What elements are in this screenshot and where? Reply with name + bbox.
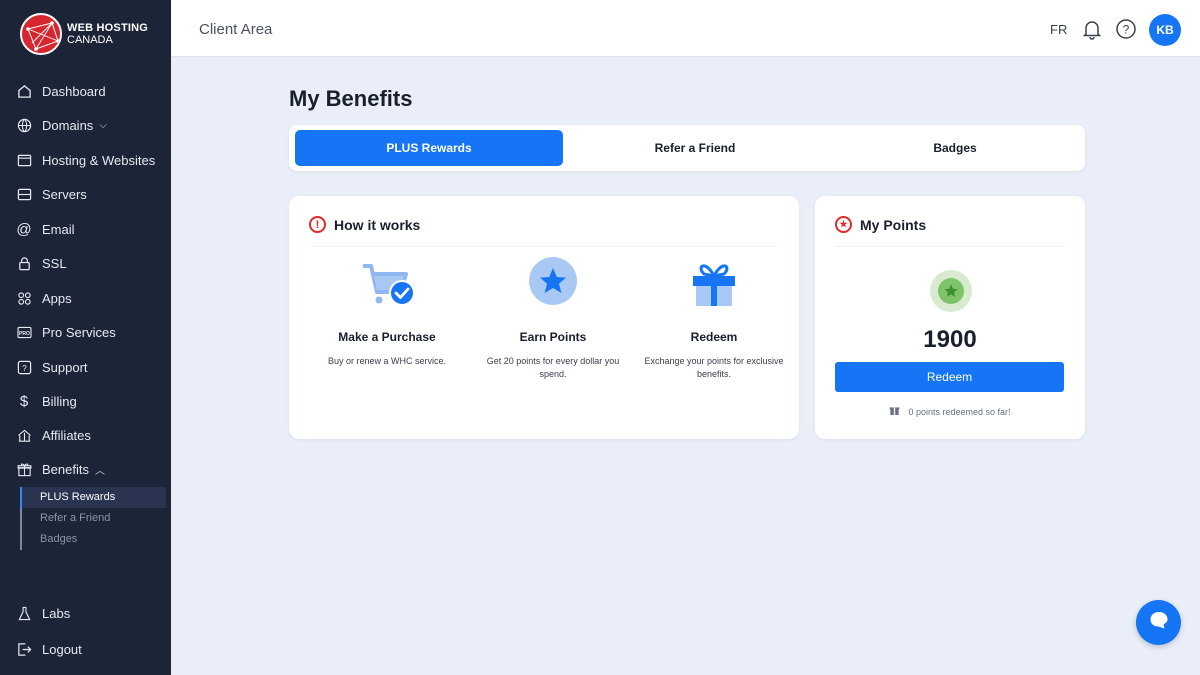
chevron-up-icon: ︿ bbox=[94, 465, 105, 477]
subnav-badges[interactable]: Badges bbox=[22, 529, 166, 550]
sidebar-item-label: Domains bbox=[42, 117, 94, 133]
at-icon: @ bbox=[16, 220, 32, 238]
subnav-refer-a-friend[interactable]: Refer a Friend bbox=[22, 508, 166, 529]
redeemed-note: 0 points redeemed so far! bbox=[815, 405, 1085, 418]
sidebar-item-support[interactable]: ? Support bbox=[0, 352, 171, 382]
bell-icon[interactable] bbox=[1081, 18, 1103, 40]
sidebar-item-logout[interactable]: Logout bbox=[0, 634, 171, 664]
gift-icon bbox=[889, 405, 900, 418]
points-star-icon bbox=[930, 270, 972, 312]
svg-text:PRO: PRO bbox=[18, 330, 29, 336]
svg-text:?: ? bbox=[22, 362, 27, 372]
sidebar-item-servers[interactable]: Servers bbox=[0, 179, 171, 209]
my-points-card: ★ My Points 1900 Redeem 0 points redeeme… bbox=[815, 196, 1085, 439]
brand-line1: WEB HOSTING bbox=[67, 22, 149, 34]
sidebar-item-label: Servers bbox=[42, 186, 87, 202]
chevron-down-icon: ⌵ bbox=[99, 119, 107, 131]
header-title: Client Area bbox=[199, 21, 273, 38]
sidebar-item-label: Affiliates bbox=[42, 427, 91, 443]
benefits-submenu: PLUS Rewards Refer a Friend Badges bbox=[20, 487, 166, 550]
sidebar-item-labs[interactable]: Labs bbox=[0, 598, 171, 628]
sidebar-item-benefits[interactable]: Benefits ︿ bbox=[0, 454, 171, 484]
points-value: 1900 bbox=[923, 326, 977, 353]
affiliates-icon bbox=[16, 427, 32, 443]
sidebar-item-affiliates[interactable]: Affiliates bbox=[0, 420, 171, 450]
step-earn-points: Earn Points Get 20 points for every doll… bbox=[473, 256, 633, 381]
tab-badges[interactable]: Badges bbox=[827, 130, 1083, 166]
sidebar-item-pro-services[interactable]: PRO Pro Services bbox=[0, 317, 171, 347]
step-title: Make a Purchase bbox=[338, 330, 436, 344]
sidebar: WEB HOSTING CANADA Dashboard Domains ⌵ H… bbox=[0, 0, 171, 675]
svg-text:?: ? bbox=[1123, 23, 1130, 37]
logout-icon bbox=[16, 641, 32, 657]
step-desc: Exchange your points for exclusive benef… bbox=[644, 356, 784, 379]
question-icon: ? bbox=[16, 359, 32, 375]
help-icon[interactable]: ? bbox=[1115, 18, 1137, 40]
pro-icon: PRO bbox=[16, 324, 32, 340]
star-badge-icon bbox=[523, 256, 583, 316]
step-redeem: Redeem Exchange your points for exclusiv… bbox=[634, 256, 794, 381]
sidebar-item-label: Billing bbox=[42, 393, 77, 409]
dollar-icon: $ bbox=[19, 392, 29, 410]
sidebar-item-email[interactable]: @ Email bbox=[0, 214, 171, 244]
gift-box-icon bbox=[684, 256, 744, 316]
how-it-works-card: ! How it works Make a Purchase Buy or re… bbox=[289, 196, 799, 439]
step-title: Earn Points bbox=[519, 330, 587, 344]
sidebar-item-label: Pro Services bbox=[42, 324, 116, 340]
chat-bubble-icon bbox=[1148, 609, 1170, 636]
redeemed-note-text: 0 points redeemed so far! bbox=[908, 406, 1011, 417]
sidebar-item-dashboard[interactable]: Dashboard bbox=[0, 76, 171, 106]
sidebar-item-label: SSL bbox=[42, 255, 67, 271]
subnav-plus-rewards[interactable]: PLUS Rewards bbox=[20, 487, 166, 508]
exclamation-icon: ! bbox=[309, 216, 326, 233]
brand-logo[interactable]: WEB HOSTING CANADA bbox=[20, 13, 148, 55]
sidebar-item-label: Email bbox=[42, 221, 75, 237]
top-header: Client Area FR ? KB bbox=[171, 0, 1200, 57]
chat-button[interactable] bbox=[1136, 600, 1181, 645]
sidebar-item-apps[interactable]: Apps bbox=[0, 283, 171, 313]
sidebar-item-label: Hosting & Websites bbox=[42, 152, 156, 168]
step-title: Redeem bbox=[690, 330, 738, 344]
divider bbox=[309, 246, 779, 247]
sidebar-item-label: Logout bbox=[42, 641, 82, 657]
language-switch[interactable]: FR bbox=[1050, 22, 1067, 37]
redeem-button[interactable]: Redeem bbox=[835, 362, 1064, 392]
my-points-heading: ★ My Points bbox=[835, 216, 926, 233]
how-it-works-heading: ! How it works bbox=[309, 216, 420, 233]
step-make-purchase: Make a Purchase Buy or renew a WHC servi… bbox=[307, 256, 467, 368]
lock-icon bbox=[16, 255, 32, 271]
star-circle-icon: ★ bbox=[835, 216, 852, 233]
sidebar-item-label: Apps bbox=[42, 290, 72, 306]
card-title-text: My Points bbox=[860, 216, 927, 233]
logo-globe-icon bbox=[20, 13, 62, 55]
gift-icon bbox=[16, 461, 32, 477]
flask-icon bbox=[16, 605, 32, 621]
sidebar-item-billing[interactable]: $ Billing bbox=[0, 386, 171, 416]
user-avatar[interactable]: KB bbox=[1149, 14, 1181, 46]
browser-icon bbox=[16, 152, 32, 168]
card-title-text: How it works bbox=[334, 216, 421, 233]
page-title: My Benefits bbox=[289, 86, 413, 111]
sidebar-item-label: Support bbox=[42, 359, 88, 375]
sidebar-item-label: Dashboard bbox=[42, 83, 106, 99]
step-desc: Buy or renew a WHC service. bbox=[327, 356, 447, 366]
step-desc: Get 20 points for every dollar you spend… bbox=[486, 356, 620, 379]
benefits-tabs: PLUS Rewards Refer a Friend Badges bbox=[289, 125, 1085, 171]
sidebar-item-label: Benefits bbox=[42, 461, 89, 477]
home-icon bbox=[16, 83, 32, 99]
sidebar-item-ssl[interactable]: SSL bbox=[0, 248, 171, 278]
sidebar-item-hosting[interactable]: Hosting & Websites bbox=[0, 145, 171, 175]
server-icon bbox=[16, 186, 32, 202]
globe-icon bbox=[16, 117, 32, 133]
tab-refer-a-friend[interactable]: Refer a Friend bbox=[563, 130, 827, 166]
brand-line2: CANADA bbox=[67, 34, 113, 46]
sidebar-item-domains[interactable]: Domains ⌵ bbox=[0, 110, 171, 140]
divider bbox=[835, 246, 1065, 247]
sidebar-item-label: Labs bbox=[42, 605, 71, 621]
cart-check-icon bbox=[357, 256, 417, 316]
tab-plus-rewards[interactable]: PLUS Rewards bbox=[295, 130, 563, 166]
apps-icon bbox=[16, 290, 32, 306]
